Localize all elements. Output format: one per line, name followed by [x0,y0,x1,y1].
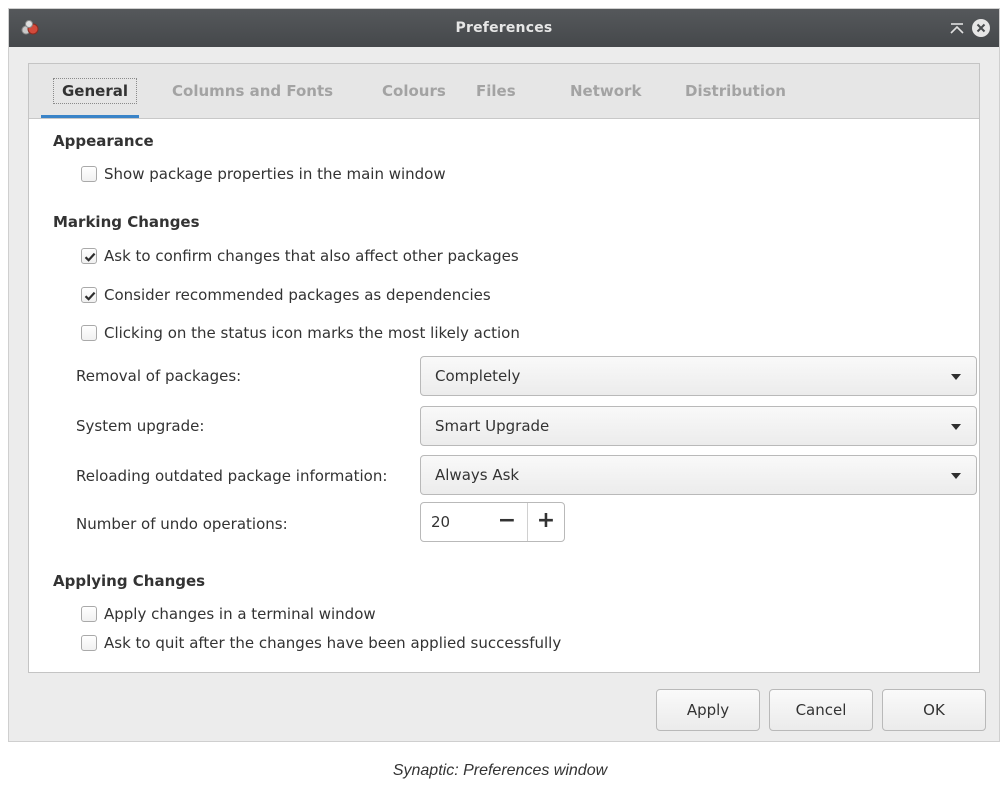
active-tab-indicator [41,115,139,118]
status-icon-checkbox-row[interactable]: Clicking on the status icon marks the mo… [81,322,520,344]
quit-label: Ask to quit after the changes have been … [104,634,562,652]
ask-confirm-label: Ask to confirm changes that also affect … [104,247,519,265]
show-properties-checkbox[interactable] [81,166,97,182]
decrement-button[interactable]: − [489,503,525,541]
undo-count-input[interactable]: 20 [421,503,469,541]
checkmark-icon [84,252,96,262]
preferences-window: Preferences General Columns and Fonts Co… [8,8,1000,742]
show-properties-label: Show package properties in the main wind… [104,165,446,183]
recommended-checkbox-row[interactable]: Consider recommended packages as depende… [81,284,491,306]
status-icon-checkbox[interactable] [81,325,97,341]
tab-files[interactable]: Files [476,64,516,118]
tab-distribution[interactable]: Distribution [685,64,786,118]
tab-general-label: General [53,78,137,104]
preferences-notebook: General Columns and Fonts Colours Files … [28,63,980,673]
upgrade-combo[interactable]: Smart Upgrade [420,406,977,446]
upgrade-value: Smart Upgrade [435,417,550,435]
reload-combo[interactable]: Always Ask [420,455,977,495]
removal-combo[interactable]: Completely [420,356,977,396]
undo-label: Number of undo operations: [76,515,288,533]
close-icon[interactable] [971,18,991,38]
tab-colours[interactable]: Colours [382,64,446,118]
quit-checkbox-row[interactable]: Ask to quit after the changes have been … [81,632,561,654]
dropdown-arrow-icon [951,473,961,479]
removal-label: Removal of packages: [76,367,242,385]
removal-value: Completely [435,367,521,385]
tab-network[interactable]: Network [570,64,641,118]
ok-button[interactable]: OK [882,689,986,731]
tab-general[interactable]: General [53,64,137,118]
title-bar[interactable]: Preferences [9,9,999,47]
figure-caption: Synaptic: Preferences window [392,762,608,779]
cancel-button[interactable]: Cancel [769,689,873,731]
tab-network-label: Network [570,82,642,100]
ask-confirm-checkbox-row[interactable]: Ask to confirm changes that also affect … [81,245,519,267]
marking-changes-header: Marking Changes [53,213,200,231]
apply-button[interactable]: Apply [656,689,760,731]
recommended-checkbox[interactable] [81,287,97,303]
increment-button[interactable]: + [527,503,564,541]
ask-confirm-checkbox[interactable] [81,248,97,264]
tab-distribution-label: Distribution [685,82,786,100]
window-title: Preferences [455,20,553,36]
reload-value: Always Ask [435,466,520,484]
dropdown-arrow-icon [951,424,961,430]
terminal-checkbox-row[interactable]: Apply changes in a terminal window [81,603,376,625]
tab-columns-and-fonts-label: Columns and Fonts [172,82,334,100]
tab-columns-and-fonts[interactable]: Columns and Fonts [172,64,333,118]
reload-label: Reloading outdated package information: [76,467,388,485]
terminal-label: Apply changes in a terminal window [104,605,376,623]
tab-bar: General Columns and Fonts Colours Files … [29,64,979,119]
tab-colours-label: Colours [382,82,446,100]
checkmark-icon [84,291,96,301]
undo-spin-button: 20 − + [420,502,565,542]
appearance-header: Appearance [53,132,154,150]
tab-files-label: Files [476,82,516,100]
status-icon-label: Clicking on the status icon marks the mo… [104,324,520,342]
shade-icon[interactable] [947,18,967,38]
recommended-label: Consider recommended packages as depende… [104,286,491,304]
applying-changes-header: Applying Changes [53,572,206,590]
dropdown-arrow-icon [951,374,961,380]
terminal-checkbox[interactable] [81,606,97,622]
upgrade-label: System upgrade: [76,417,205,435]
show-properties-checkbox-row[interactable]: Show package properties in the main wind… [81,163,446,185]
quit-checkbox[interactable] [81,635,97,651]
